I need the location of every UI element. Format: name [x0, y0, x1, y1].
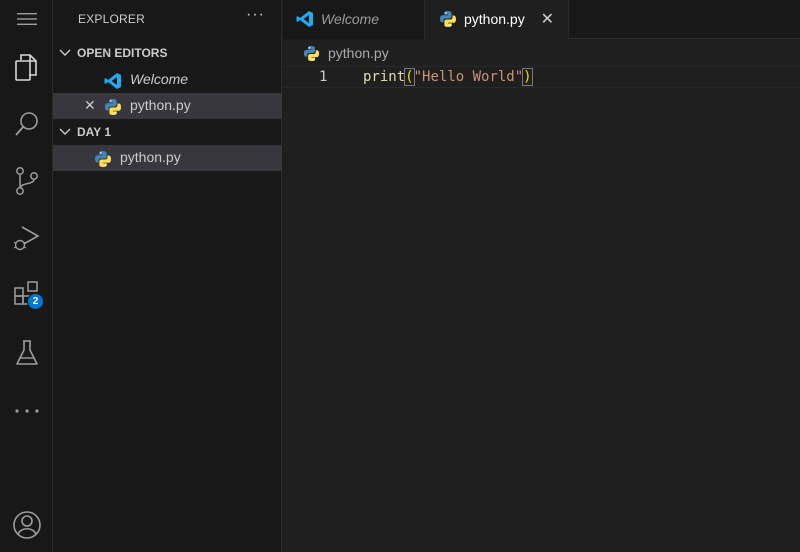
code-line[interactable]: 1 print("Hello World") [283, 66, 800, 88]
sidebar-more-button[interactable]: ··· [246, 6, 265, 24]
open-editor-label: python.py [130, 97, 191, 113]
more-icon[interactable] [0, 388, 53, 434]
file-item-python[interactable]: python.py [53, 145, 282, 171]
python-icon [104, 98, 122, 119]
open-editors-section[interactable]: OPEN EDITORS [53, 42, 282, 64]
open-editor-label: Welcome [130, 71, 189, 87]
open-editor-item-python[interactable]: ✕ python.py [53, 93, 282, 119]
extensions-icon[interactable]: 2 [0, 272, 53, 318]
tab-welcome[interactable]: Welcome [283, 0, 425, 39]
open-editor-item-welcome[interactable]: Welcome [53, 67, 282, 93]
chevron-down-icon [53, 128, 77, 136]
close-icon[interactable]: ✕ [541, 9, 554, 29]
vscode-icon [296, 10, 314, 31]
code-text[interactable]: print("Hello World") [363, 68, 533, 86]
tab-label: python.py [464, 11, 525, 27]
python-icon [94, 150, 112, 171]
folder-label: DAY 1 [77, 125, 112, 139]
account-icon[interactable] [0, 502, 53, 548]
code-string: "Hello World" [413, 69, 524, 85]
source-control-icon[interactable] [0, 158, 53, 204]
breadcrumb[interactable]: python.py [283, 40, 800, 66]
explorer-sidebar: EXPLORER ··· OPEN EDITORS Welcome ✕ pyth… [53, 0, 282, 552]
search-icon[interactable] [0, 101, 53, 147]
run-debug-icon[interactable] [0, 215, 53, 261]
vscode-icon [104, 72, 122, 93]
breadcrumb-label: python.py [328, 45, 389, 61]
open-editors-label: OPEN EDITORS [77, 46, 168, 60]
sidebar-title: EXPLORER [78, 12, 145, 26]
editor[interactable]: python.py 1 print("Hello World") [283, 40, 800, 552]
tab-label: Welcome [321, 11, 380, 27]
tab-python[interactable]: python.py ✕ [425, 0, 569, 40]
folder-section-day1[interactable]: DAY 1 [53, 121, 282, 143]
tab-bar: Welcome python.py ✕ [283, 0, 800, 40]
explorer-icon[interactable] [0, 45, 53, 91]
chevron-down-icon [53, 49, 77, 57]
activity-bar: 2 [0, 0, 53, 552]
extensions-badge: 2 [27, 293, 44, 310]
python-icon [439, 10, 457, 31]
line-number: 1 [319, 69, 328, 85]
code-open-paren: ( [404, 68, 415, 86]
menu-icon[interactable] [0, 0, 53, 38]
testing-icon[interactable] [0, 330, 53, 376]
file-label: python.py [120, 149, 181, 165]
code-close-paren: ) [522, 68, 533, 86]
close-icon[interactable]: ✕ [84, 97, 96, 114]
python-icon [303, 45, 320, 65]
code-function: print [363, 69, 406, 85]
